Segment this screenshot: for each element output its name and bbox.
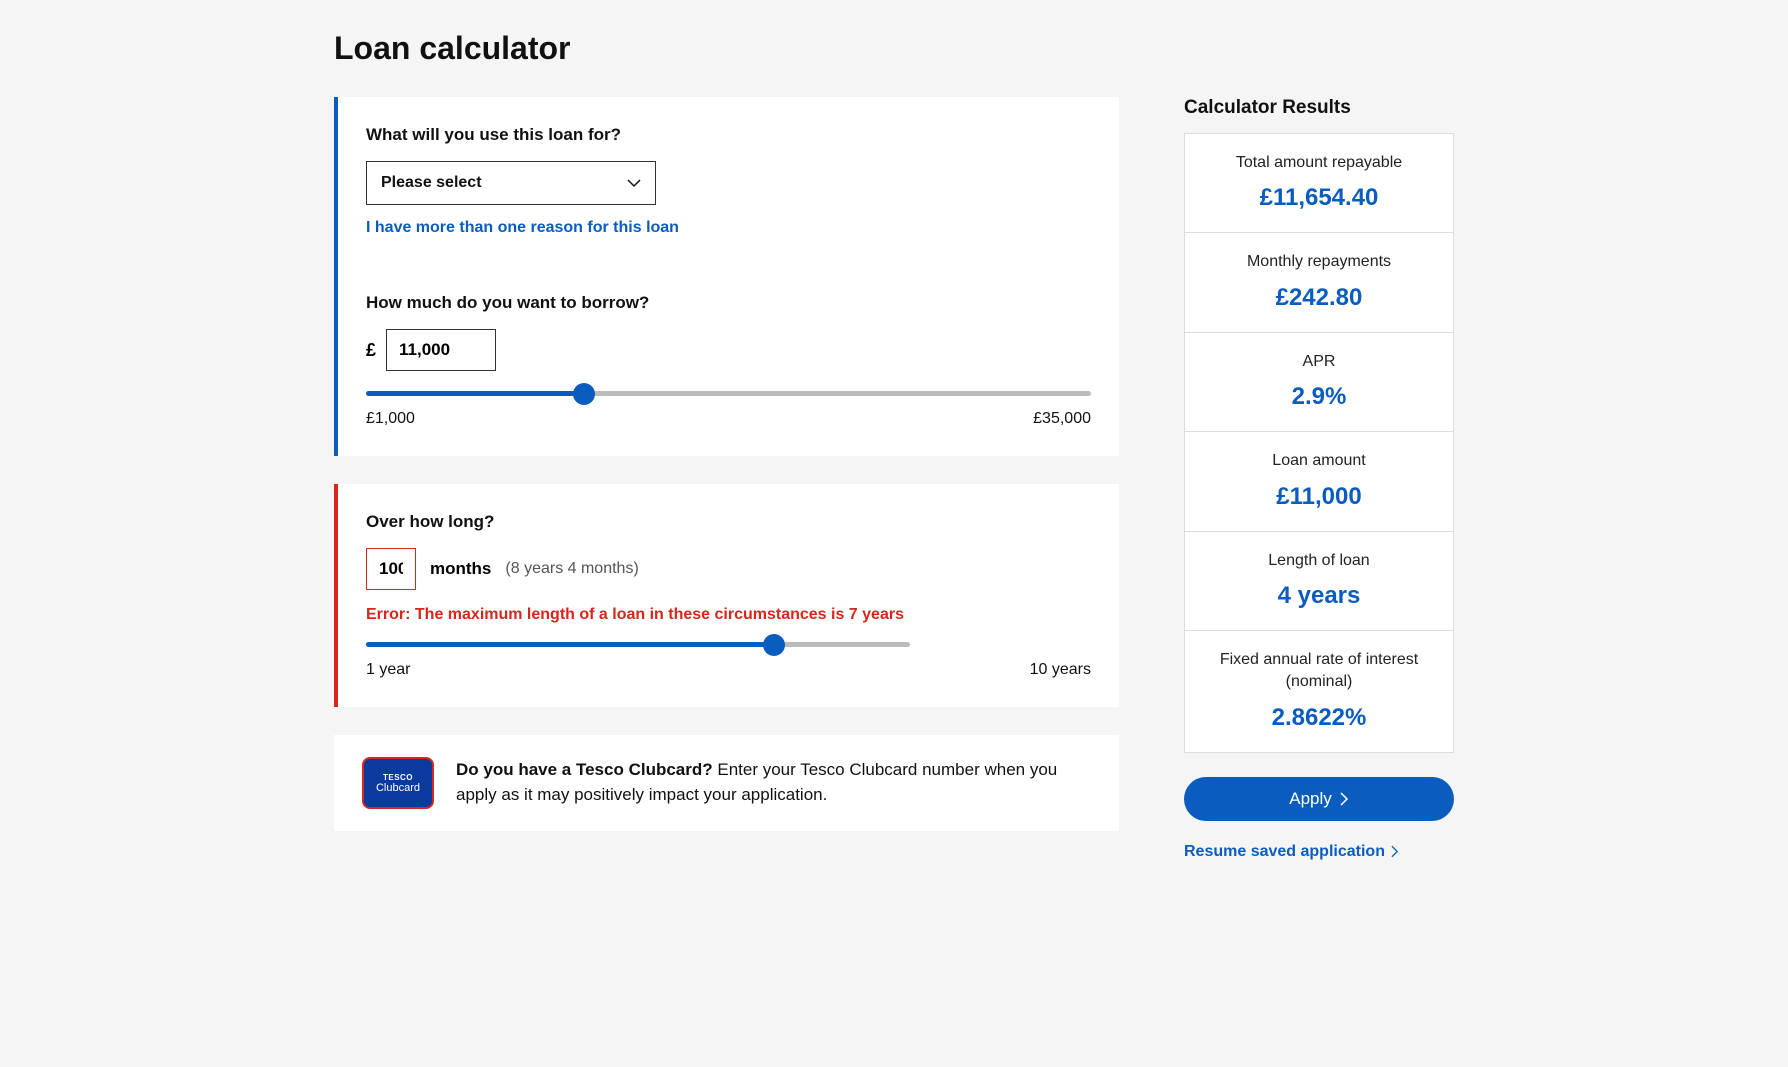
term-card: Over how long? months (8 years 4 months)… [334, 484, 1119, 707]
resume-link[interactable]: Resume saved application [1184, 843, 1399, 861]
term-error-text: Error: The maximum length of a loan in t… [366, 606, 1091, 624]
apply-button[interactable]: Apply [1184, 777, 1454, 821]
amount-slider[interactable] [366, 391, 1091, 396]
results-box: Total amount repayable £11,654.40 Monthl… [1184, 133, 1454, 753]
currency-symbol: £ [366, 340, 376, 361]
result-nominal-rate: Fixed annual rate of interest (nominal) … [1185, 631, 1453, 752]
result-total-repayable: Total amount repayable £11,654.40 [1185, 134, 1453, 233]
result-length: Length of loan 4 years [1185, 532, 1453, 631]
amount-max-label: £35,000 [1033, 410, 1091, 428]
term-label: Over how long? [366, 512, 1091, 532]
amount-min-label: £1,000 [366, 410, 415, 428]
chevron-right-icon [1340, 792, 1349, 806]
borrow-label: How much do you want to borrow? [366, 293, 1091, 313]
purpose-select-value: Please select [381, 174, 482, 192]
purpose-label: What will you use this loan for? [366, 125, 1091, 145]
months-paren: (8 years 4 months) [505, 560, 638, 578]
months-word: months [430, 559, 491, 579]
chevron-down-icon [627, 176, 641, 190]
term-max-label: 10 years [1030, 661, 1091, 679]
results-title: Calculator Results [1184, 97, 1454, 119]
term-slider-thumb[interactable] [763, 634, 785, 656]
months-input[interactable] [366, 548, 416, 590]
clubcard-panel: TESCO Clubcard Do you have a Tesco Clubc… [334, 735, 1119, 831]
term-min-label: 1 year [366, 661, 410, 679]
term-slider[interactable] [366, 642, 910, 647]
purpose-select[interactable]: Please select [366, 161, 656, 205]
more-reason-link[interactable]: I have more than one reason for this loa… [366, 219, 679, 237]
amount-slider-thumb[interactable] [573, 383, 595, 405]
result-monthly: Monthly repayments £242.80 [1185, 233, 1453, 332]
clubcard-badge: TESCO Clubcard [362, 757, 434, 809]
amount-input[interactable] [386, 329, 496, 371]
result-apr: APR 2.9% [1185, 333, 1453, 432]
clubcard-text: Do you have a Tesco Clubcard? Enter your… [456, 758, 1091, 807]
chevron-right-icon [1391, 845, 1399, 858]
purpose-card: What will you use this loan for? Please … [334, 97, 1119, 456]
result-loan-amount: Loan amount £11,000 [1185, 432, 1453, 531]
page-title: Loan calculator [334, 30, 1454, 67]
